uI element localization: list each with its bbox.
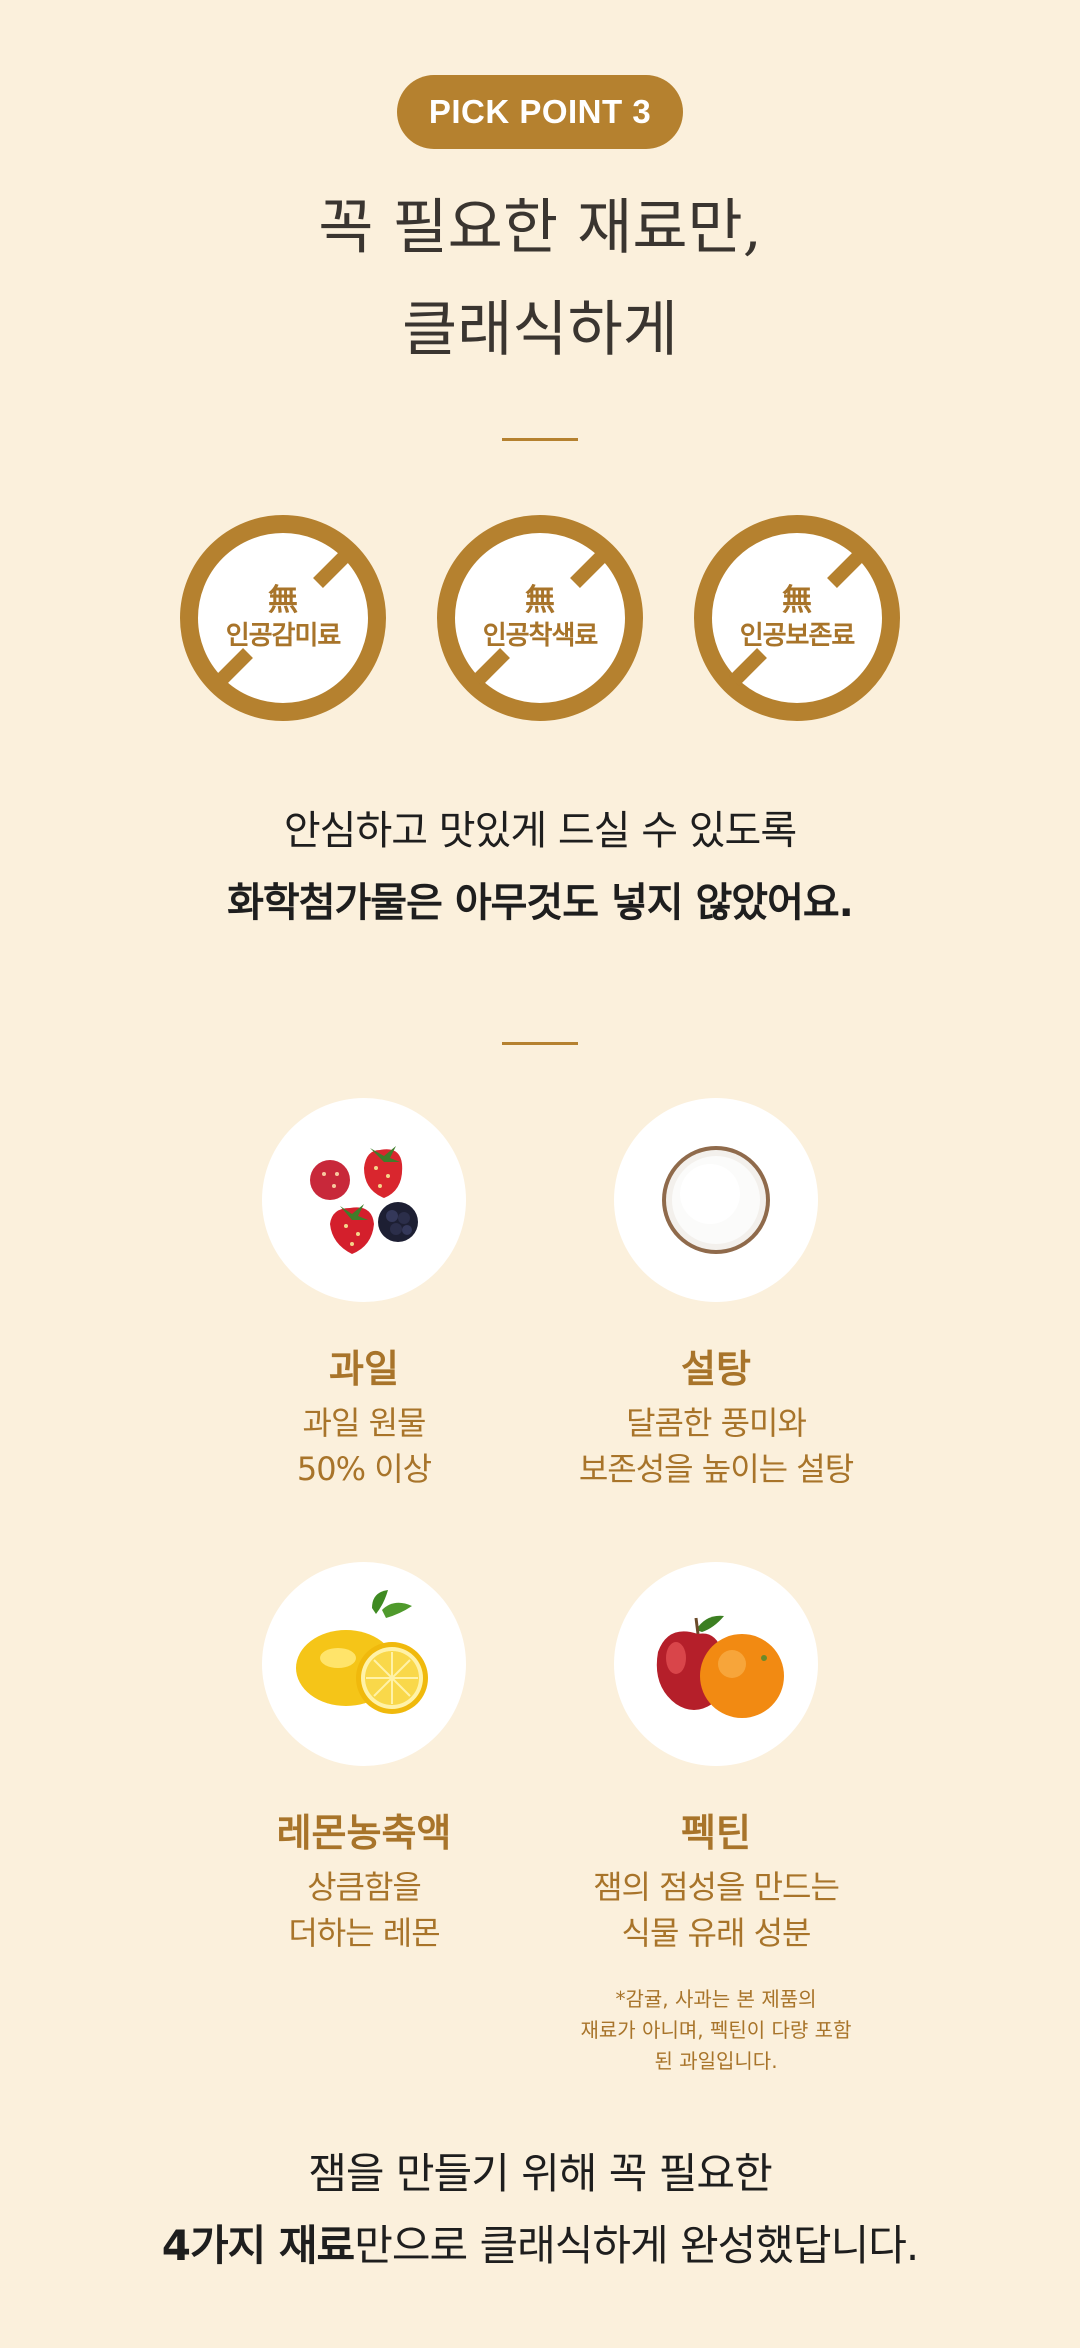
pectin-footnote-line-1: *감귤, 사과는 본 제품의	[615, 1987, 817, 2011]
additive-label: 인공보존료	[739, 621, 856, 651]
additive-label: 인공감미료	[225, 621, 342, 651]
divider	[502, 438, 578, 441]
closing-rest: 만으로 클래식하게 완성했답니다.	[354, 2221, 919, 2270]
apple-orange-icon	[614, 1562, 818, 1766]
additive-label: 인공착색료	[482, 621, 599, 651]
no-artificial-preservative-icon: 無 인공보존료	[694, 515, 900, 721]
no-mark: 無	[525, 583, 555, 618]
no-artificial-sweetener-icon: 無 인공감미료	[180, 515, 386, 721]
reassure-line-2: 화학첨가물은 아무것도 넣지 않았어요.	[227, 880, 854, 926]
ingredient-desc-1: 달콤한 풍미와	[626, 1404, 807, 1442]
no-artificial-colorant-icon: 無 인공착색료	[437, 515, 643, 721]
sugar-bowl-icon	[614, 1098, 818, 1302]
headline-line-1: 꼭 필요한 재료만,	[318, 193, 762, 263]
pectin-footnote-line-3: 된 과일입니다.	[654, 2049, 778, 2073]
pectin-footnote-line-2: 재료가 아니며, 펙틴이 다량 포함	[580, 2018, 852, 2042]
no-mark: 無	[782, 583, 812, 618]
reassure-line-1: 안심하고 맛있게 드실 수 있도록	[283, 808, 797, 854]
closing-line-1: 잼을 만들기 위해 꼭 필요한	[308, 2149, 772, 2198]
lemon-icon	[262, 1562, 466, 1766]
closing-line-2: 4가지 재료만으로 클래식하게 완성했답니다.	[0, 2212, 1080, 2273]
ingredient-desc-2: 보존성을 높이는 설탕	[578, 1450, 854, 1488]
berries-icon	[262, 1098, 466, 1302]
no-mark: 無	[268, 583, 298, 618]
divider	[502, 1042, 578, 1045]
pick-point-badge: PICK POINT 3	[397, 75, 683, 149]
ingredient-desc-2: 식물 유래 성분	[621, 1914, 812, 1952]
ingredient-title: 펙틴	[681, 1811, 751, 1855]
ingredient-title: 설탕	[681, 1347, 751, 1391]
headline-line-2: 클래식하게	[402, 295, 678, 365]
ingredient-desc-1: 잼의 점성을 만드는	[593, 1868, 840, 1906]
closing-highlight: 4가지 재료	[161, 2221, 355, 2270]
